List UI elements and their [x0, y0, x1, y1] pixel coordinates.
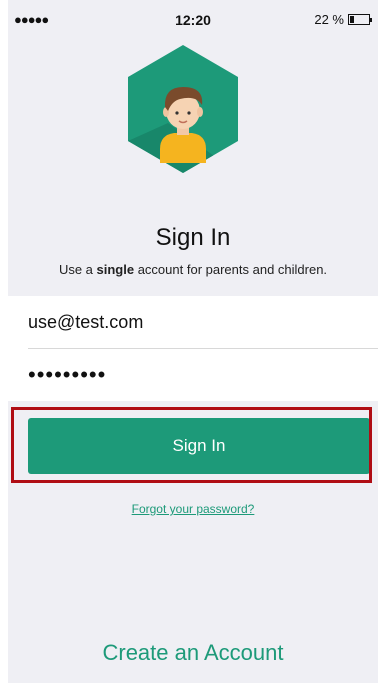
subtitle-suffix: account for parents and children. [134, 262, 328, 277]
battery-fill [350, 16, 354, 23]
child-avatar-hexagon-icon [128, 45, 238, 173]
status-bar: ●●●●● 12:20 22 % [8, 0, 378, 40]
page-subtitle: Use a single account for parents and chi… [8, 262, 378, 277]
subtitle-prefix: Use a [58, 262, 97, 277]
forgot-password-link[interactable]: Forgot your password? [8, 502, 378, 516]
battery-percent: 22 % [314, 12, 344, 27]
email-field[interactable]: use@test.com [28, 296, 378, 348]
battery-icon [348, 14, 372, 25]
password-field[interactable]: ••••••••• [28, 349, 378, 401]
battery-indicator: 22 % [314, 12, 372, 27]
subtitle-bold: single [96, 262, 135, 277]
annotation-highlight-box [11, 407, 372, 483]
create-account-link[interactable]: Create an Account [8, 640, 378, 666]
login-screen: ●●●●● 12:20 22 % Sign In Use a single ac… [8, 0, 378, 683]
page-title: Sign In [155, 224, 231, 251]
login-form: use@test.com ••••••••• [8, 296, 378, 401]
